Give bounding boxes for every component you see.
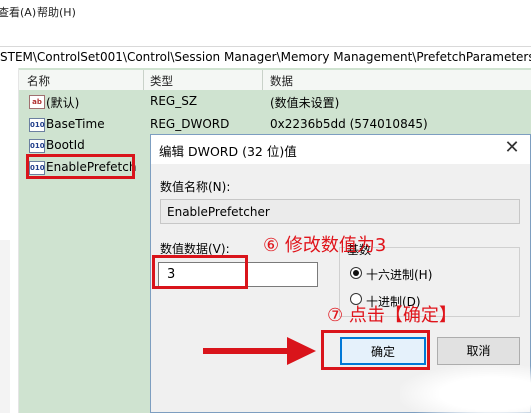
hex-radio[interactable] — [350, 267, 362, 279]
value-data: (数值未设置) — [270, 96, 340, 110]
value-name-field[interactable]: EnablePrefetcher — [160, 199, 520, 224]
close-icon[interactable]: ✕ — [502, 137, 522, 159]
value-name-label: 数值名称(N): — [160, 180, 231, 194]
highlight-box-row — [26, 154, 135, 179]
cancel-button[interactable]: 取消 — [437, 337, 520, 365]
list-header: 名称 类型 数据 — [19, 70, 531, 90]
value-name: BaseTime — [46, 117, 105, 131]
address-bar[interactable]: STEM\ControlSet001\Control\Session Manag… — [0, 46, 531, 69]
menu-bar: 查看(A) 帮助(H) — [0, 0, 531, 22]
menu-item-view[interactable]: 查看(A) — [0, 4, 36, 20]
value-type: REG_DWORD — [150, 117, 230, 131]
list-item[interactable]: 010 BaseTime REG_DWORD 0x2236b5dd (57401… — [19, 114, 531, 135]
list-item[interactable]: ab (默认) REG_SZ (数值未设置) — [19, 91, 531, 112]
highlight-box-ok — [321, 330, 430, 370]
address-path: STEM\ControlSet001\Control\Session Manag… — [0, 50, 531, 64]
value-type: REG_SZ — [150, 94, 198, 108]
value-name: BootId — [46, 138, 85, 152]
annotation-step7: ⑦ 点击【确定】 — [327, 305, 457, 326]
hex-label[interactable]: 十六进制(H) — [366, 266, 432, 283]
column-divider[interactable] — [262, 70, 263, 90]
dword-value-icon: 010 — [29, 139, 45, 153]
column-divider[interactable] — [143, 70, 144, 90]
column-header-type[interactable]: 类型 — [150, 73, 173, 89]
value-data: 0x2236b5dd (574010845) — [270, 117, 428, 131]
column-header-name[interactable]: 名称 — [27, 73, 50, 89]
watermark-blur — [400, 365, 531, 413]
dword-value-icon: 010 — [29, 118, 45, 132]
menu-item-help[interactable]: 帮助(H) — [37, 4, 76, 20]
arrow-right-icon — [203, 337, 316, 365]
tree-scrollbar[interactable] — [0, 240, 10, 413]
column-header-data[interactable]: 数据 — [270, 73, 293, 89]
annotation-step6: ⑥ 修改数值为3 — [263, 235, 387, 256]
string-value-icon: ab — [29, 95, 45, 109]
dialog-title: 编辑 DWORD (32 位)值 — [159, 144, 297, 159]
value-name: (默认) — [46, 96, 80, 110]
highlight-box-value — [152, 255, 248, 289]
